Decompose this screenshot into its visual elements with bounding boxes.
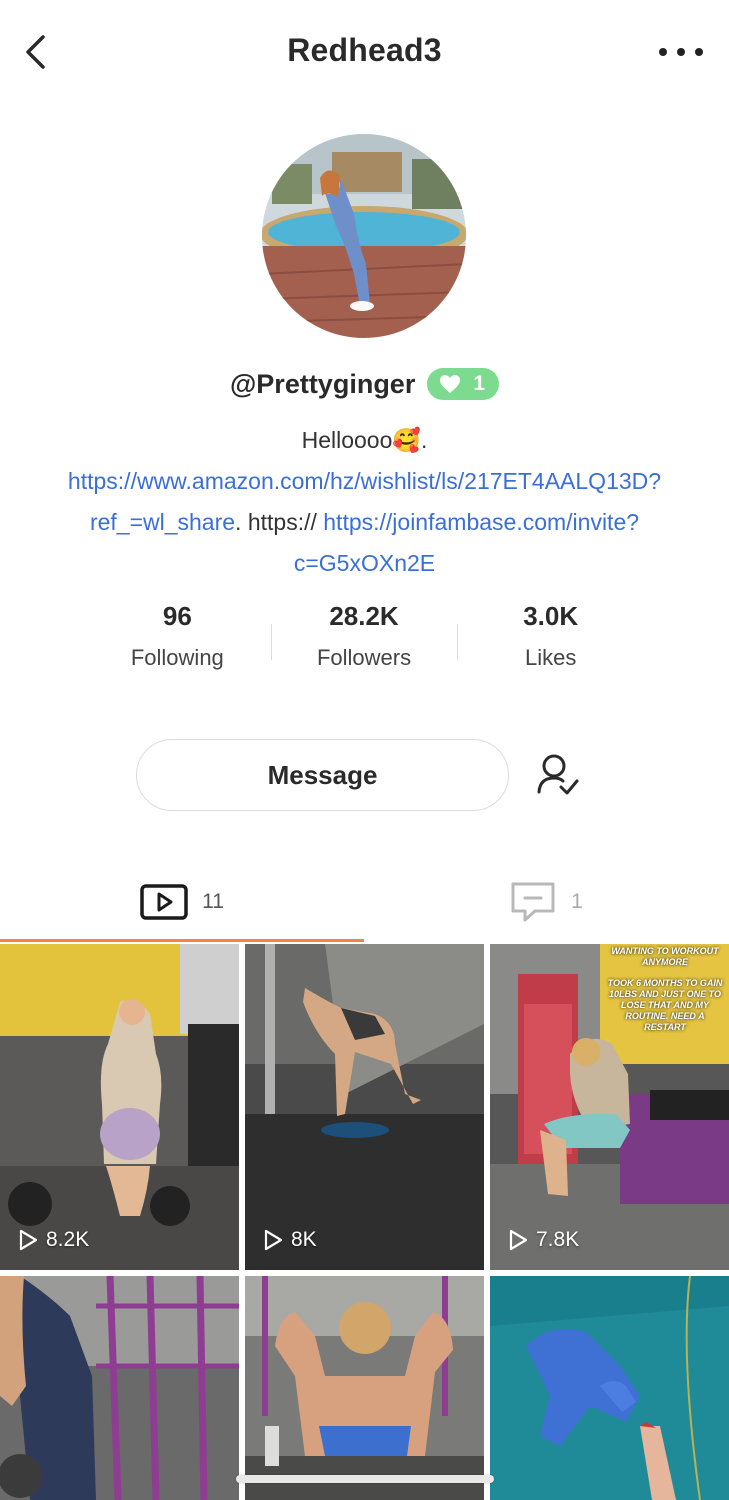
bio-separator: . <box>421 427 428 453</box>
video-thumbnail <box>0 1276 239 1500</box>
video-thumbnail <box>0 944 239 1270</box>
video-tile[interactable] <box>245 1276 484 1500</box>
tab-videos[interactable]: 11 <box>0 862 364 942</box>
profile-stats: 96 Following 28.2K Followers 3.0K Likes <box>84 596 644 686</box>
more-options-button[interactable] <box>659 38 703 66</box>
home-indicator[interactable] <box>236 1475 494 1483</box>
stat-value: 28.2K <box>329 601 399 631</box>
badge-count: 1 <box>473 372 486 395</box>
stat-following[interactable]: 96 Following <box>84 596 271 686</box>
stat-label: Likes <box>525 645 577 670</box>
view-count: 7.8K <box>508 1228 579 1252</box>
handle-row: @Prettyginger 1 <box>0 368 729 400</box>
more-dot <box>677 48 685 56</box>
profile-bio: Helloooo🥰. https://www.amazon.com/hz/wis… <box>60 420 669 584</box>
video-thumbnail <box>245 944 484 1270</box>
video-tile[interactable]: 8K <box>245 944 484 1270</box>
view-count: 8K <box>263 1228 317 1252</box>
profile-handle: @Prettyginger <box>229 368 416 399</box>
video-thumbnail <box>490 1276 729 1500</box>
stat-label: Following <box>130 645 224 670</box>
video-caption-body: TOOK 6 MONTHS TO GAIN 10LBS AND JUST ONE… <box>607 978 723 1032</box>
video-thumbnail <box>245 1276 484 1500</box>
view-count-label: 8K <box>291 1228 317 1251</box>
stat-likes[interactable]: 3.0K Likes <box>457 596 644 686</box>
video-play-icon <box>140 884 188 920</box>
view-count-label: 8.2K <box>46 1228 90 1251</box>
tab-comments[interactable]: 1 <box>364 862 728 942</box>
stat-followers[interactable]: 28.2K Followers <box>270 596 458 686</box>
video-grid: 8.2K 8K WANTING TO WORKOUT ANYMORE TOOK … <box>0 944 729 1500</box>
view-count-label: 7.8K <box>536 1228 580 1251</box>
bio-text-mid: . https:// <box>235 509 324 535</box>
play-icon <box>264 1229 283 1251</box>
stat-value: 96 <box>162 601 192 631</box>
view-count: 8.2K <box>18 1228 89 1252</box>
stat-label: Followers <box>316 645 412 670</box>
page-title: Redhead3 <box>287 32 442 68</box>
bio-emoji: 🥰 <box>392 427 422 453</box>
play-icon <box>19 1229 38 1251</box>
more-dot <box>695 48 703 56</box>
stat-value: 3.0K <box>523 601 579 631</box>
video-tile[interactable]: 8.2K <box>0 944 239 1270</box>
avatar-image <box>262 134 466 338</box>
video-tile[interactable] <box>490 1276 729 1500</box>
bio-link-fambase[interactable]: https://joinfambase.com/invite?c=G5xOXn2… <box>294 509 639 576</box>
top-bar: Redhead3 <box>0 0 729 105</box>
status-badge[interactable]: 1 <box>427 368 500 400</box>
video-tile[interactable] <box>0 1276 239 1500</box>
video-caption-title: WANTING TO WORKOUT ANYMORE <box>611 946 719 967</box>
tab-count: 1 <box>571 890 583 913</box>
following-status-button[interactable] <box>536 752 580 798</box>
bio-text: Helloooo <box>301 427 393 453</box>
avatar[interactable] <box>262 134 466 338</box>
comment-icon <box>511 882 555 922</box>
more-dot <box>659 48 667 56</box>
video-tile[interactable]: WANTING TO WORKOUT ANYMORE TOOK 6 MONTHS… <box>490 944 729 1270</box>
tab-count: 11 <box>202 890 224 913</box>
play-icon <box>509 1229 528 1251</box>
user-check-icon <box>537 754 579 795</box>
active-tab-indicator <box>0 939 364 942</box>
content-tabs: 11 1 <box>0 862 729 942</box>
heart-icon <box>440 375 461 393</box>
message-button[interactable]: Message <box>136 739 509 811</box>
